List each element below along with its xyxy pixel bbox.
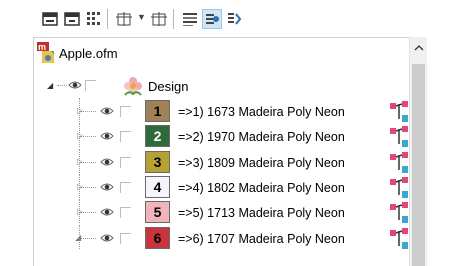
expanded-triangle-icon[interactable]: ◢ xyxy=(47,81,53,90)
thread-sequence-button[interactable] xyxy=(224,9,244,29)
thread-label: =>5) 1713 Madeira Poly Neon xyxy=(178,206,345,220)
thread-row[interactable]: ▷ 2 =>2) 1970 Madeira Poly Neon xyxy=(0,123,463,149)
thread-color-swatch[interactable]: 5 xyxy=(145,201,170,223)
thread-label: =>2) 1970 Madeira Poly Neon xyxy=(178,130,345,144)
filter-alt-icon xyxy=(151,12,167,26)
toolbar-separator xyxy=(173,9,174,29)
expand-all-button[interactable] xyxy=(40,9,60,29)
thread-number: 3 xyxy=(153,154,162,170)
eye-icon[interactable] xyxy=(100,181,114,193)
collapse-all-button[interactable] xyxy=(62,9,82,29)
thread-row[interactable]: ▷ 5 =>5) 1713 Madeira Poly Neon xyxy=(0,199,463,225)
expand-all-icon xyxy=(42,12,58,26)
color-change-icon xyxy=(390,202,408,223)
embroidery-file-icon: m xyxy=(37,42,54,63)
thread-checkbox[interactable] xyxy=(120,207,131,218)
thread-label: =>1) 1673 Madeira Poly Neon xyxy=(178,105,345,119)
filter-alt-button[interactable] xyxy=(149,9,169,29)
thread-checkbox[interactable] xyxy=(120,157,131,168)
thread-number: 6 xyxy=(153,230,162,246)
chevron-up-icon xyxy=(414,45,423,51)
thread-number: 4 xyxy=(153,179,162,195)
thread-number: 5 xyxy=(153,204,162,220)
toolbar: ▼ xyxy=(0,0,463,36)
tree-connector xyxy=(57,85,67,86)
thread-label: =>3) 1809 Madeira Poly Neon xyxy=(178,156,345,170)
thread-number: 1 xyxy=(153,103,162,119)
eye-icon[interactable] xyxy=(100,105,114,117)
design-name-label: Design xyxy=(148,79,189,94)
thread-color-swatch[interactable]: 3 xyxy=(145,151,170,173)
thread-color-swatch[interactable]: 1 xyxy=(145,100,170,122)
expand-triangle-icon[interactable]: ▷ xyxy=(77,207,83,216)
thread-color-swatch[interactable]: 6 xyxy=(145,227,170,249)
thread-row[interactable]: ▷ 3 =>3) 1809 Madeira Poly Neon xyxy=(0,149,463,175)
filter-button[interactable] xyxy=(114,9,134,29)
thread-label: =>6) 1707 Madeira Poly Neon xyxy=(178,232,345,246)
thread-sequence-icon xyxy=(228,13,242,25)
color-change-icon xyxy=(390,101,408,122)
thread-number: 2 xyxy=(153,128,162,144)
eye-icon[interactable] xyxy=(68,79,82,91)
show-visibility-icon xyxy=(206,14,219,24)
grid-view-button[interactable] xyxy=(84,9,104,29)
filter-dropdown-arrow[interactable]: ▼ xyxy=(137,12,146,22)
color-change-icon xyxy=(390,152,408,173)
thread-checkbox[interactable] xyxy=(120,106,131,117)
thread-label: =>4) 1802 Madeira Poly Neon xyxy=(178,181,345,195)
svg-text:m: m xyxy=(38,42,46,52)
thread-color-swatch[interactable]: 4 xyxy=(145,176,170,198)
collapse-all-icon xyxy=(64,12,80,26)
toolbar-separator xyxy=(107,9,108,29)
tree-item-design[interactable]: ◢ xyxy=(0,74,463,98)
tree-connector xyxy=(80,238,96,239)
list-view-button[interactable] xyxy=(180,9,200,29)
expand-triangle-icon[interactable]: ▷ xyxy=(77,157,83,166)
color-change-icon xyxy=(390,126,408,147)
eye-icon[interactable] xyxy=(100,206,114,218)
eye-icon[interactable] xyxy=(100,232,114,244)
scroll-up-button[interactable] xyxy=(410,39,427,57)
filter-icon xyxy=(116,12,132,26)
expand-triangle-icon[interactable]: ▷ xyxy=(77,182,83,191)
thread-row[interactable]: ▷ 4 =>4) 1802 Madeira Poly Neon xyxy=(0,174,463,200)
eye-icon[interactable] xyxy=(100,156,114,168)
expand-triangle-icon[interactable]: ▷ xyxy=(77,131,83,140)
thread-checkbox[interactable] xyxy=(120,233,131,244)
thread-checkbox[interactable] xyxy=(120,131,131,142)
thread-row[interactable]: ▷ 1 =>1) 1673 Madeira Poly Neon xyxy=(0,98,463,124)
show-visibility-button[interactable] xyxy=(202,9,222,29)
tree-item-file[interactable]: m xyxy=(37,42,57,64)
grid-view-icon xyxy=(87,12,100,25)
design-flower-icon xyxy=(124,77,142,96)
file-name-label: Apple.ofm xyxy=(59,46,118,61)
expanded-triangle-icon[interactable]: ◢ xyxy=(75,233,81,242)
eye-icon[interactable] xyxy=(100,130,114,142)
color-change-icon xyxy=(390,228,408,249)
color-change-icon xyxy=(390,177,408,198)
thread-color-swatch[interactable]: 2 xyxy=(145,125,170,147)
thread-row[interactable]: ◢ 6 =>6) 1707 Madeira Poly Neon xyxy=(0,225,463,251)
list-view-icon xyxy=(183,13,197,26)
expand-triangle-icon[interactable]: ▷ xyxy=(77,106,83,115)
design-checkbox[interactable] xyxy=(85,80,96,91)
thread-checkbox[interactable] xyxy=(120,182,131,193)
